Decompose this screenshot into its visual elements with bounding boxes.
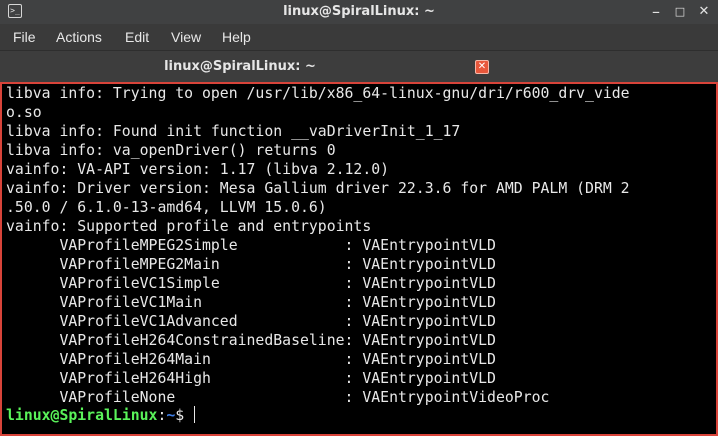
minimize-icon[interactable]: –	[646, 2, 666, 22]
terminal-line: VAProfileVC1Advanced : VAEntrypointVLD	[6, 313, 496, 330]
prompt-user-host: linux@SpiralLinux	[6, 407, 158, 424]
tab-bar: linux@SpiralLinux: ~ ✕	[0, 50, 718, 82]
menu-edit[interactable]: Edit	[125, 24, 149, 50]
terminal-line: VAProfileH264High : VAEntrypointVLD	[6, 370, 496, 387]
terminal-line: VAProfileMPEG2Main : VAEntrypointVLD	[6, 256, 496, 273]
scrollbar[interactable]	[708, 84, 716, 434]
tab-label: linux@SpiralLinux: ~	[164, 59, 316, 74]
terminal-line: VAProfileMPEG2Simple : VAEntrypointVLD	[6, 237, 496, 254]
close-icon[interactable]: ✕	[694, 2, 714, 22]
maximize-icon[interactable]: □	[670, 2, 690, 22]
title-bar[interactable]: >_ linux@SpiralLinux: ~ – □ ✕	[0, 0, 718, 24]
tab-close-icon[interactable]: ✕	[475, 60, 489, 74]
terminal-lines: libva info: Trying to open /usr/lib/x86_…	[6, 84, 630, 407]
terminal-line: libva info: va_openDriver() returns 0	[6, 142, 336, 159]
menu-help[interactable]: Help	[222, 24, 251, 50]
terminal-line: VAProfileH264Main : VAEntrypointVLD	[6, 351, 496, 368]
prompt-symbol: $	[175, 407, 194, 424]
terminal-line: VAProfileVC1Main : VAEntrypointVLD	[6, 294, 496, 311]
terminal-line: libva info: Trying to open /usr/lib/x86_…	[6, 85, 630, 102]
terminal-window: >_ linux@SpiralLinux: ~ – □ ✕ File Actio…	[0, 0, 718, 436]
prompt-path: ~	[166, 407, 176, 424]
terminal-line: VAProfileVC1Simple : VAEntrypointVLD	[6, 275, 496, 292]
terminal-line: VAProfileH264ConstrainedBaseline: VAEntr…	[6, 332, 496, 349]
terminal-line: VAProfileNone : VAEntrypointVideoProc	[6, 389, 550, 406]
terminal-line: .50.0 / 6.1.0-13-amd64, LLVM 15.0.6)	[6, 199, 327, 216]
terminal-line: vainfo: Supported profile and entrypoint…	[6, 218, 372, 235]
window-title: linux@SpiralLinux: ~	[283, 4, 435, 19]
terminal-line: libva info: Found init function __vaDriv…	[6, 123, 461, 140]
menu-bar: File Actions Edit View Help	[0, 24, 718, 50]
terminal-line: vainfo: Driver version: Mesa Gallium dri…	[6, 180, 630, 197]
terminal-output[interactable]: libva info: Trying to open /usr/lib/x86_…	[0, 82, 718, 436]
terminal-line: o.so	[6, 104, 42, 121]
menu-actions[interactable]: Actions	[56, 24, 102, 50]
tab-terminal[interactable]: linux@SpiralLinux: ~ ✕	[0, 51, 500, 82]
menu-view[interactable]: View	[171, 24, 201, 50]
shell-prompt[interactable]: linux@SpiralLinux:~$	[6, 406, 196, 425]
menu-file[interactable]: File	[13, 24, 36, 50]
terminal-line: vainfo: VA-API version: 1.17 (libva 2.12…	[6, 161, 390, 178]
text-cursor	[194, 406, 196, 423]
